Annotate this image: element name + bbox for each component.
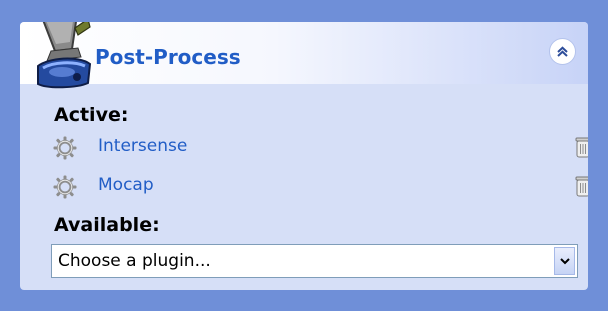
panel-title: Post-Process	[95, 45, 241, 69]
double-chevron-up-icon	[557, 46, 568, 57]
gear-icon	[53, 136, 77, 160]
active-plugin-row: Intersense	[52, 135, 588, 161]
plugin-select-value: Choose a plugin...	[58, 251, 211, 271]
active-label: Active:	[54, 104, 129, 126]
collapse-button[interactable]	[549, 38, 576, 65]
available-label: Available:	[54, 214, 160, 236]
trash-icon[interactable]	[574, 135, 588, 159]
post-process-panel: Post-Process Active: Intersense Mocap Av…	[20, 22, 588, 290]
active-plugin-row: Mocap	[52, 174, 588, 200]
plugin-link[interactable]: Mocap	[98, 175, 154, 195]
select-dropdown-button[interactable]	[554, 247, 575, 275]
panel-header: Post-Process	[20, 22, 588, 89]
gear-icon	[53, 175, 77, 199]
trash-icon[interactable]	[574, 174, 588, 198]
post-process-machine-icon	[37, 22, 92, 89]
plugin-link[interactable]: Intersense	[98, 136, 187, 156]
plugin-select[interactable]: Choose a plugin...	[51, 244, 578, 278]
chevron-down-icon	[560, 258, 570, 265]
